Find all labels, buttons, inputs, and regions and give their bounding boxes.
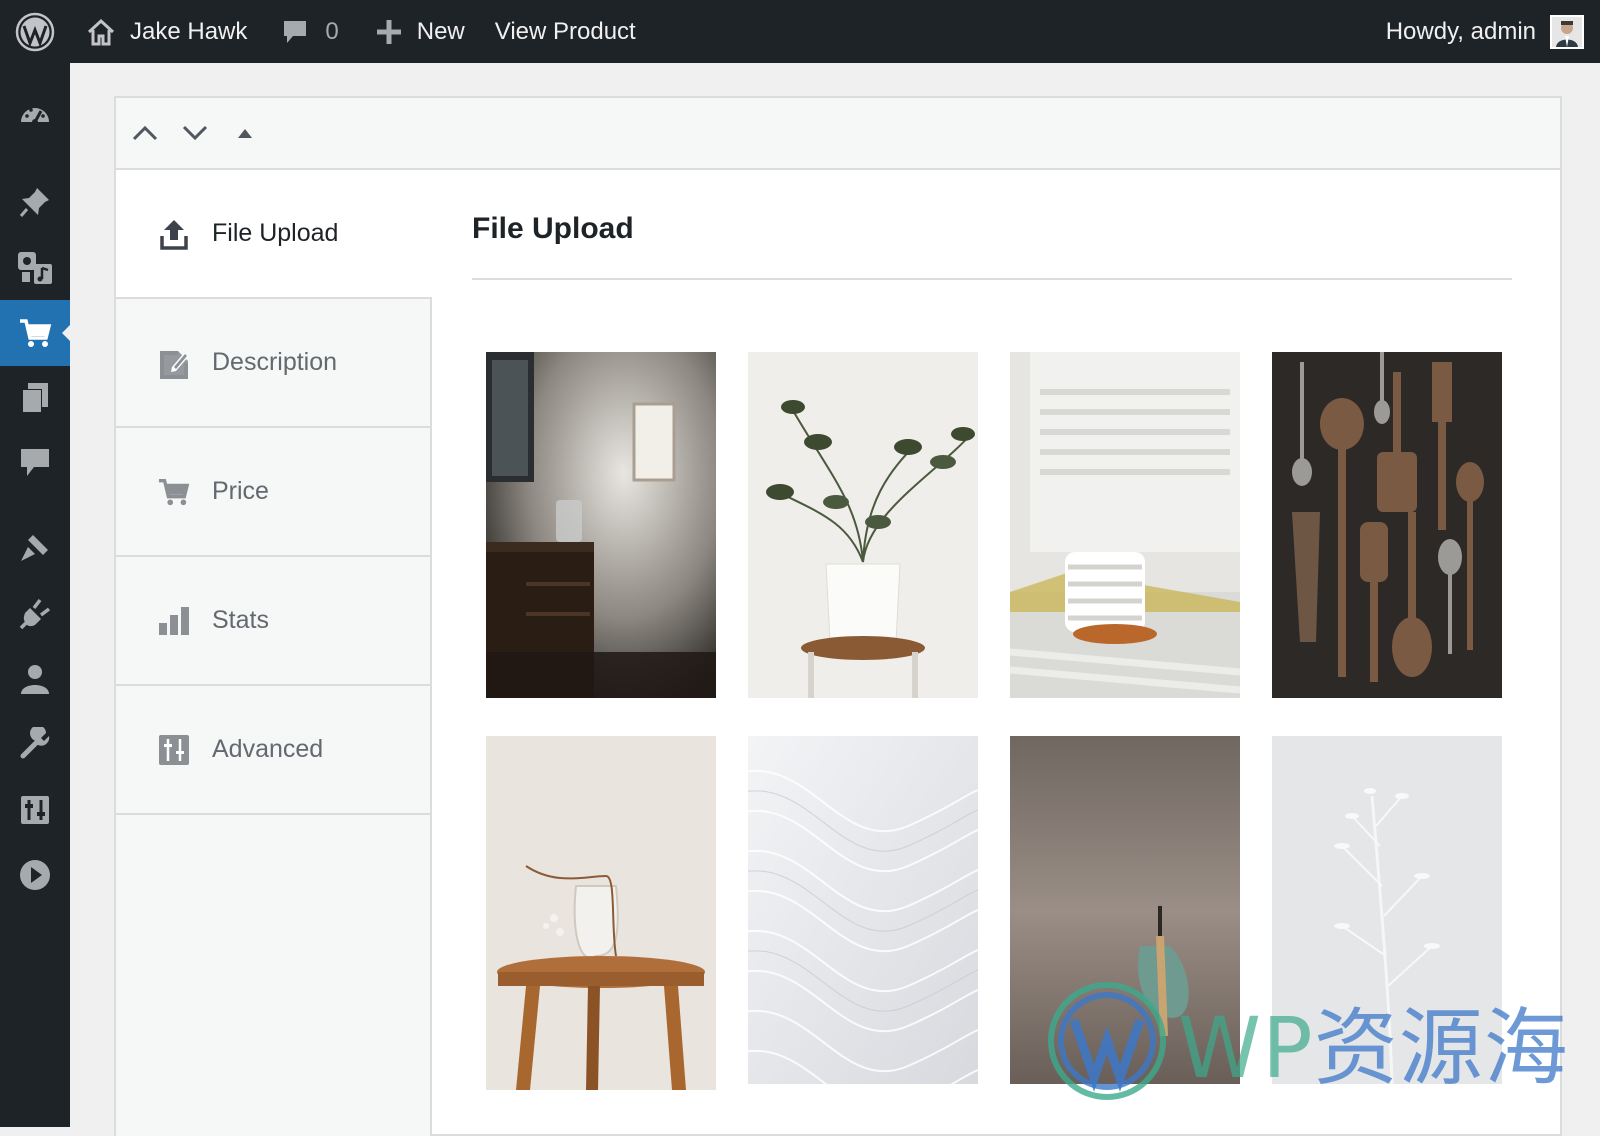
cart-icon [158,476,190,508]
edit-icon [158,347,190,379]
gallery-image-wave-texture[interactable] [748,736,978,1084]
move-down-button[interactable] [170,108,220,158]
chevron-down-icon [182,125,208,141]
appearance-icon[interactable] [0,515,70,581]
gallery-image-striped-mug[interactable] [1010,352,1240,698]
collapse-toggle-button[interactable] [220,108,270,158]
new-label: New [416,17,465,45]
view-product-link[interactable]: View Product [495,0,636,63]
content-title: File Upload [472,212,634,245]
gallery-image-potted-plant[interactable] [748,352,978,698]
cart-icon[interactable] [0,300,70,366]
tab-stats[interactable]: Stats [116,557,430,686]
bar-chart-icon [158,605,190,637]
avatar [1550,14,1584,49]
product-data-panel: File Upload Description Price Stats Adva… [114,96,1562,1136]
site-name-link[interactable]: Jake Hawk [86,0,247,63]
new-content-link[interactable]: New [375,0,465,63]
tab-label: Price [212,477,269,505]
gallery-image-dried-branch[interactable] [1272,736,1502,1084]
sliders-icon [158,734,190,766]
chevron-up-icon [132,125,158,141]
pages-icon[interactable] [0,365,70,431]
tab-label: File Upload [212,219,339,247]
settings-icon[interactable] [0,777,70,843]
move-up-button[interactable] [120,108,170,158]
my-account-menu[interactable]: Howdy, admin [1386,0,1584,63]
gallery-image-room-shelf[interactable] [486,352,716,698]
comment-bubble-icon [284,20,307,43]
comment-count: 0 [325,17,339,45]
tab-advanced[interactable]: Advanced [116,686,430,815]
upload-icon [158,218,190,250]
site-name-label: Jake Hawk [130,17,248,45]
dashboard-icon[interactable] [0,84,70,150]
plugins-icon[interactable] [0,581,70,647]
play-icon[interactable] [0,842,70,908]
comments-link[interactable]: 0 [281,0,339,63]
divider [472,278,1512,280]
pin-icon[interactable] [0,169,70,235]
gallery-image-wall-scoop[interactable] [1010,736,1240,1084]
users-icon[interactable] [0,646,70,712]
gallery-image-wooden-spoons[interactable] [1272,352,1502,698]
admin-side-menu [0,63,70,1127]
wordpress-logo-icon[interactable] [0,0,70,63]
admin-bar: Jake Hawk 0 New View Product Howdy, admi… [0,0,1600,63]
tools-icon[interactable] [0,711,70,777]
tab-description[interactable]: Description [116,299,430,428]
comments-icon[interactable] [0,430,70,496]
howdy-greeting: Howdy, admin [1385,17,1536,45]
tab-price[interactable]: Price [116,428,430,557]
panel-tabs: File Upload Description Price Stats Adva… [116,170,432,1136]
home-icon [87,18,115,45]
plus-icon [376,19,401,44]
tab-content: File Upload [472,170,1512,280]
triangle-up-icon [238,129,252,138]
media-icon[interactable] [0,234,70,300]
gallery-image-vase-stool[interactable] [486,736,716,1090]
tab-label: Description [212,348,338,376]
tab-file-upload[interactable]: File Upload [116,170,432,299]
tab-label: Advanced [212,735,324,763]
panel-header [116,98,1560,170]
tab-label: Stats [212,606,269,634]
